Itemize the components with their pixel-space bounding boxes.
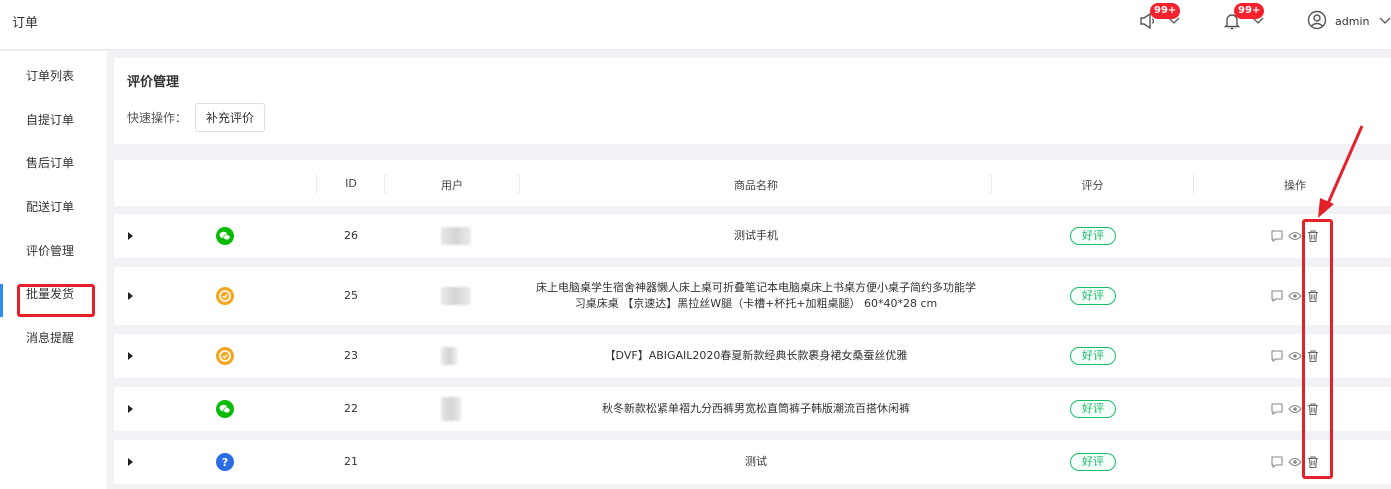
table-row: 25 床上电脑桌学生宿舍神器懒人床上桌可折叠笔记本电脑桌床上书桌方便小桌子简约多…: [114, 267, 1391, 325]
user-name: admin: [1335, 14, 1370, 28]
view-icon[interactable]: [1288, 229, 1302, 243]
reply-icon[interactable]: [1270, 349, 1284, 363]
view-icon[interactable]: [1288, 289, 1302, 303]
column-header-id: ID: [345, 177, 357, 190]
page-title: 评价管理: [127, 75, 180, 90]
svg-text:?: ?: [222, 456, 228, 469]
product-name: 【DVF】ABIGAIL2020春夏新款经典长款裹身裙女桑蚕丝优雅: [604, 349, 908, 362]
column-header-rating: 评分: [1081, 179, 1104, 192]
miniprogram-icon: [216, 347, 234, 365]
notice-badge: 99+: [1150, 3, 1181, 19]
view-icon[interactable]: [1288, 455, 1302, 469]
product-name: 测试: [745, 455, 767, 468]
bell-badge: 99+: [1234, 3, 1265, 19]
product-name: 测试手机: [734, 229, 778, 242]
annotation-highlight-box: [1302, 219, 1333, 479]
user-menu[interactable]: admin: [1307, 8, 1391, 34]
column-header-user: 用户: [441, 179, 463, 192]
miniprogram-icon: [216, 287, 234, 305]
sidebar-item-delivery-orders[interactable]: 配送订单: [26, 197, 74, 217]
view-icon[interactable]: [1288, 402, 1302, 416]
top-bar: 订单 99+ 99+ admin: [0, 0, 1391, 50]
reply-icon[interactable]: [1270, 229, 1284, 243]
page-header-title: 订单: [12, 16, 39, 31]
table-row: ? 21 测试 好评: [114, 440, 1391, 484]
user-avatar-blurred: [441, 347, 457, 365]
sidebar-item-batch-shipping[interactable]: 批量发货: [26, 284, 74, 304]
rating-badge: 好评: [1070, 287, 1116, 305]
table-row: 23 【DVF】ABIGAIL2020春夏新款经典长款裹身裙女桑蚕丝优雅 好评: [114, 334, 1391, 378]
bell-icon: 99+: [1222, 3, 1265, 31]
help-icon: ?: [216, 453, 234, 471]
reviews-table: ID 用户 商品名称 评分 操作 26 测试手机 好评 25 床上电脑桌学生宿舍…: [114, 160, 1391, 489]
view-icon[interactable]: [1288, 349, 1302, 363]
user-avatar-blurred: [441, 227, 471, 245]
megaphone-icon: 99+: [1138, 3, 1181, 31]
sidebar-item-pickup-orders[interactable]: 自提订单: [26, 110, 74, 130]
review-id: 22: [344, 402, 358, 415]
annotation-arrow-icon: [1318, 125, 1364, 218]
table-row: 22 秋冬新款松紧单褶九分西裤男宽松直筒裤子韩版潮流百搭休闲裤 好评: [114, 387, 1391, 431]
expand-caret-icon[interactable]: [128, 458, 133, 466]
user-avatar-blurred: [441, 287, 471, 305]
rating-badge: 好评: [1070, 453, 1116, 471]
expand-caret-icon[interactable]: [128, 292, 133, 300]
bell-menu[interactable]: 99+: [1222, 3, 1265, 34]
rating-badge: 好评: [1070, 400, 1116, 418]
rating-badge: 好评: [1070, 227, 1116, 245]
expand-caret-icon[interactable]: [128, 352, 133, 360]
quick-actions-label: 快速操作：: [127, 111, 188, 125]
sidebar: 订单列表 自提订单 售后订单 配送订单 评价管理 批量发货 消息提醒: [0, 51, 107, 489]
reply-icon[interactable]: [1270, 289, 1284, 303]
table-row: 26 测试手机 好评: [114, 214, 1391, 258]
product-name: 床上电脑桌学生宿舍神器懒人床上桌可折叠笔记本电脑桌床上书桌方便小桌子简约多功能学…: [536, 281, 976, 310]
rating-badge: 好评: [1070, 347, 1116, 365]
wechat-icon: [216, 227, 234, 245]
table-header: ID 用户 商品名称 评分 操作: [114, 160, 1391, 206]
review-id: 21: [344, 455, 358, 468]
review-id: 23: [344, 349, 358, 362]
reply-icon[interactable]: [1270, 402, 1284, 416]
active-indicator: [0, 284, 3, 317]
expand-caret-icon[interactable]: [128, 405, 133, 413]
reply-icon[interactable]: [1270, 455, 1284, 469]
sidebar-item-message-alerts[interactable]: 消息提醒: [26, 328, 74, 348]
add-review-button[interactable]: 补充评价: [195, 103, 265, 132]
column-header-product: 商品名称: [734, 179, 778, 192]
review-id: 25: [344, 289, 358, 302]
user-avatar-icon: [1307, 10, 1327, 33]
user-avatar-blurred: [441, 397, 461, 421]
review-id: 26: [344, 229, 358, 242]
chevron-down-icon: [1379, 14, 1391, 28]
page-header-card: 评价管理 快速操作： 补充评价: [114, 58, 1391, 144]
sidebar-item-after-sales[interactable]: 售后订单: [26, 153, 74, 173]
sidebar-item-reviews[interactable]: 评价管理: [26, 241, 74, 261]
sidebar-item-order-list[interactable]: 订单列表: [26, 66, 74, 86]
notice-menu[interactable]: 99+: [1138, 3, 1181, 34]
expand-caret-icon[interactable]: [128, 232, 133, 240]
wechat-icon: [216, 400, 234, 418]
product-name: 秋冬新款松紧单褶九分西裤男宽松直筒裤子韩版潮流百搭休闲裤: [602, 402, 910, 415]
